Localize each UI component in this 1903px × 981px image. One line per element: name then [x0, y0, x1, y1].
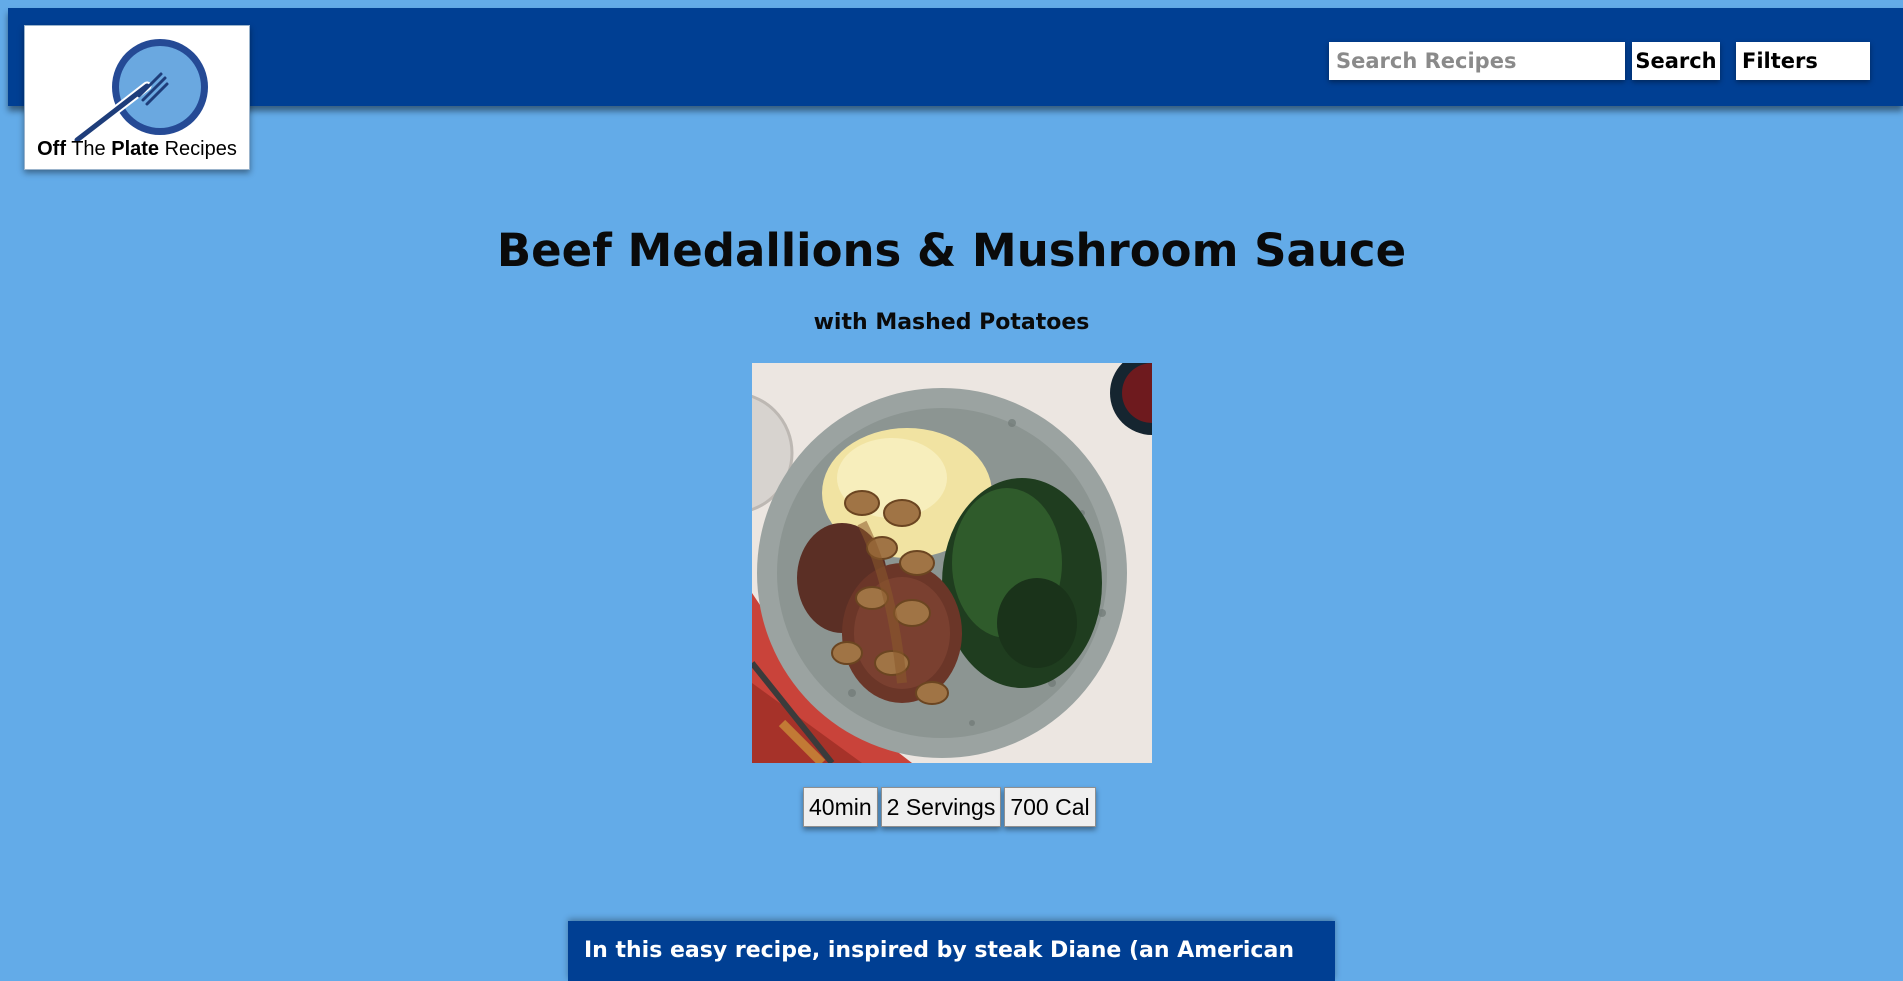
- recipe-photo: [752, 363, 1152, 763]
- calories-badge: 700 Cal: [1004, 787, 1096, 827]
- site-header: Search Filters: [8, 8, 1903, 106]
- logo-text: Off The Plate Recipes: [25, 138, 249, 161]
- recipe-subtitle: with Mashed Potatoes: [813, 310, 1090, 335]
- logo-word-the: The: [71, 138, 106, 160]
- logo-word-recipes: Recipes: [164, 138, 237, 160]
- top-strip: [0, 0, 1903, 8]
- cook-time-badge: 40min: [803, 787, 878, 827]
- search-button[interactable]: Search: [1632, 42, 1720, 80]
- plate-fork-icon: [72, 39, 208, 144]
- recipe-title: Beef Medallions & Mushroom Sauce: [496, 224, 1407, 277]
- servings-badge: 2 Servings: [880, 787, 1002, 827]
- recipe-stats: 40min 2 Servings 700 Cal: [803, 787, 1099, 827]
- recipe-description: In this easy recipe, inspired by steak D…: [568, 921, 1335, 981]
- logo-word-plate: Plate: [111, 138, 160, 160]
- filters-button[interactable]: Filters: [1736, 42, 1870, 80]
- description-text: In this easy recipe, inspired by steak D…: [584, 938, 1294, 963]
- search-input[interactable]: [1329, 42, 1625, 80]
- logo-word-off: Off: [37, 138, 66, 160]
- site-logo[interactable]: Off The Plate Recipes: [24, 25, 250, 170]
